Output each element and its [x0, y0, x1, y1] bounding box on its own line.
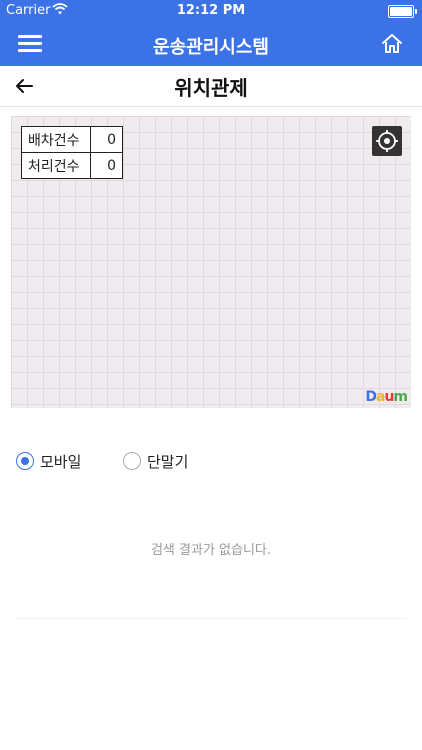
home-icon[interactable] [380, 32, 404, 56]
radio-mobile-label: 모바일 [40, 453, 82, 471]
radio-mobile-circle[interactable] [16, 452, 34, 470]
dispatch-summary-table: 배차건수 0 처리건수 0 [21, 126, 123, 179]
map-logo-text: Daum [365, 389, 408, 405]
locate-button[interactable] [372, 126, 402, 156]
app-title: 운송관리시스템 [153, 37, 269, 58]
stat-value-dispatch: 0 [90, 126, 123, 153]
stat-label-dispatch: 배차건수 [21, 126, 91, 153]
table-row: 처리건수 0 [21, 152, 123, 179]
map-view[interactable]: 배차건수 0 처리건수 0 Daum [11, 116, 411, 408]
page-title: 위치관제 [174, 76, 248, 100]
map-provider-logo: Daum [365, 389, 408, 405]
app-header: 운송관리시스템 [0, 22, 422, 66]
radio-terminal-circle[interactable] [123, 452, 141, 470]
clock: 12:12 PM [176, 3, 246, 18]
stat-label-processed: 처리건수 [21, 152, 91, 179]
sub-header: 위치관제 [0, 66, 422, 107]
stat-value-processed: 0 [90, 152, 123, 179]
radio-terminal-label: 단말기 [147, 453, 189, 471]
divider [16, 618, 406, 619]
status-bar: Carrier 12:12 PM [0, 0, 422, 22]
empty-results-message: 검색 결과가 없습니다. [150, 543, 272, 558]
crosshair-icon [376, 130, 398, 152]
battery-icon [388, 5, 417, 18]
table-row: 배차건수 0 [21, 126, 123, 153]
